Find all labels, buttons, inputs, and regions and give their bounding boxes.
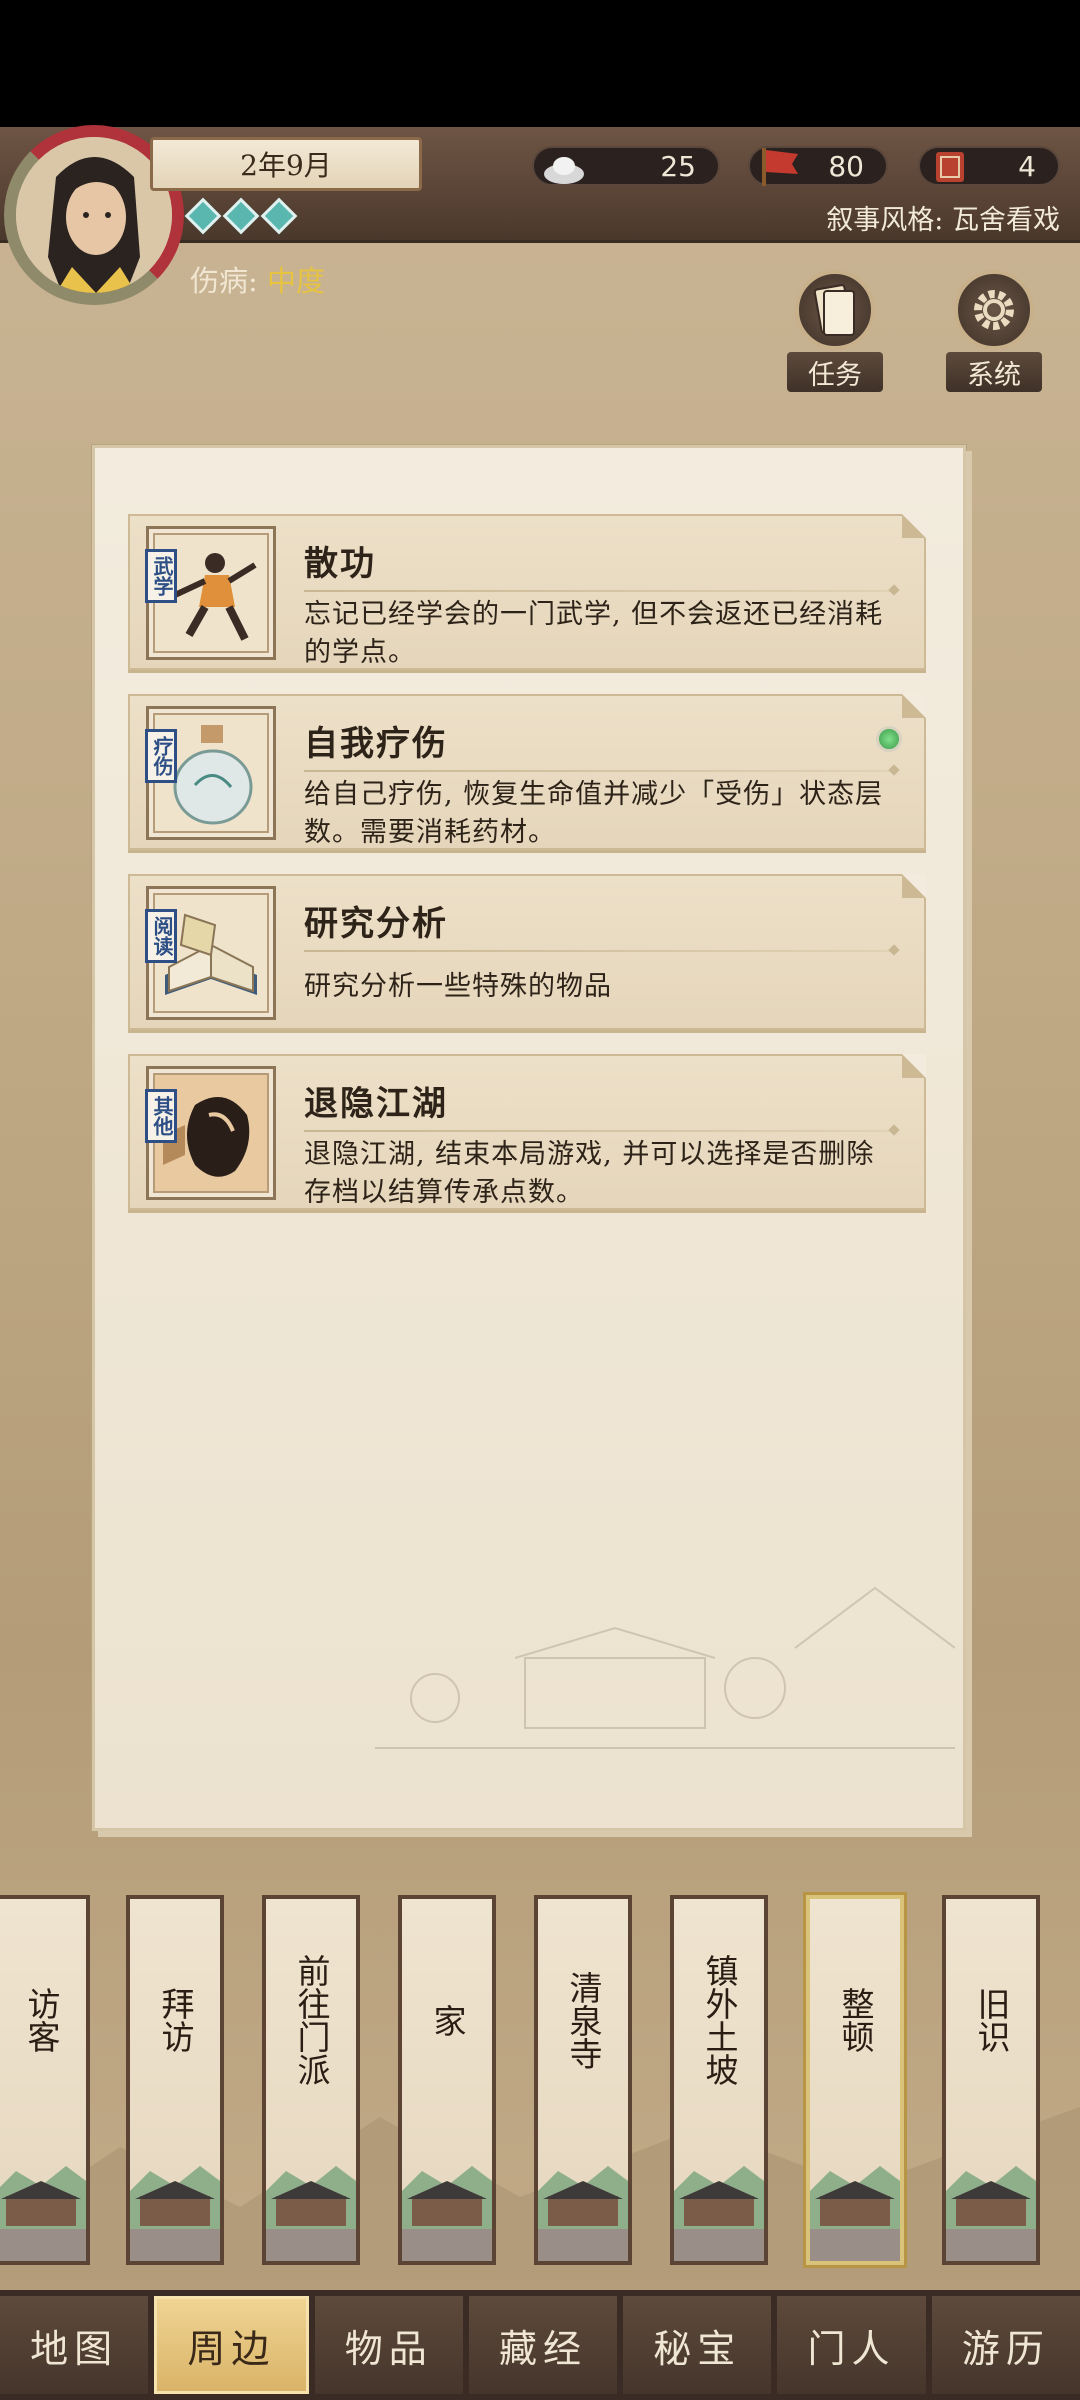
action-card-icon: 阅读 [145,886,276,1020]
action-card-research[interactable]: 阅读 研究分析 研究分析一些特殊的物品 [128,874,926,1030]
game-date: 2年9月 [150,137,422,191]
action-card-icon: 其他 [145,1066,276,1200]
narrative-style: 叙事风格: 瓦舍看戏 [826,205,1060,236]
location-card[interactable]: 整顿 [806,1895,904,2265]
action-card-scatter[interactable]: 武学 散功 忘记已经学会的一门武学, 但不会返还已经消耗的学点。 [128,514,926,670]
location-card[interactable]: 旧识 [942,1895,1040,2265]
scroll-icon [813,284,855,336]
character-portrait-icon [16,137,172,293]
action-title: 自我疗伤 [304,724,448,764]
location-scene-icon [0,2166,86,2261]
seal-icon [936,152,964,182]
divider [304,770,894,772]
quest-button[interactable]: 任务 [787,270,883,392]
nav-tab[interactable]: 周边 [154,2296,309,2394]
location-scene-icon [130,2166,220,2261]
location-label: 旧识 [972,1987,1011,2053]
location-label: 家 [428,2003,467,2037]
divider [304,1130,894,1132]
location-scene-icon [674,2166,764,2261]
notification-dot [876,726,902,752]
gear-icon [974,290,1014,330]
action-description: 退隐江湖, 结束本局游戏, 并可以选择是否删除存档以结算传承点数。 [304,1139,875,1208]
location-card[interactable]: 访客 [0,1895,90,2265]
location-scene-icon [402,2166,492,2261]
location-scene-icon [538,2166,628,2261]
injury-label: 伤病: [190,264,258,298]
action-card-self-heal[interactable]: 疗伤 自我疗伤 给自己疗伤, 恢复生命值并减少「受伤」状态层数。需要消耗药材。 [128,694,926,850]
category-tag: 阅读 [145,909,177,963]
system-label: 系统 [946,352,1042,392]
category-tag: 其他 [145,1089,177,1143]
village-sketch-decoration [375,1586,955,1749]
silver-value: 25 [660,149,696,183]
location-scene-icon [810,2166,900,2261]
action-description: 研究分析一些特殊的物品 [304,971,612,1002]
category-tag: 疗伤 [145,729,177,783]
location-label: 整顿 [836,1987,875,2053]
seal-value: 4 [1018,149,1036,183]
location-card[interactable]: 前往门派 [262,1895,360,2265]
banner-flag-icon [762,148,798,186]
silver-ingot-icon [544,157,584,184]
nav-tab[interactable]: 物品 [314,2296,463,2394]
location-scene-icon [946,2166,1036,2261]
location-card[interactable]: 拜访 [126,1895,224,2265]
gem-icon [260,197,298,235]
action-title: 研究分析 [304,904,448,944]
nav-tab[interactable]: 地图 [0,2296,149,2394]
category-tag: 武学 [145,549,177,603]
action-description: 给自己疗伤, 恢复生命值并减少「受伤」状态层数。需要消耗药材。 [304,779,884,848]
status-gems [184,197,298,235]
injury-level: 中度 [267,264,326,298]
reputation-counter[interactable]: 80 [748,146,888,186]
quest-label: 任务 [787,352,883,392]
action-card-icon: 武学 [145,526,276,660]
location-card[interactable]: 镇外土坡 [670,1895,768,2265]
seal-counter[interactable]: 4 [918,146,1060,186]
location-label: 镇外土坡 [700,1954,739,2086]
location-card[interactable]: 家 [398,1895,496,2265]
action-card-icon: 疗伤 [145,706,276,840]
action-title: 退隐江湖 [304,1084,448,1124]
nav-tab[interactable]: 游历 [931,2296,1080,2394]
action-card-retire[interactable]: 其他 退隐江湖 退隐江湖, 结束本局游戏, 并可以选择是否删除存档以结算传承点数… [128,1054,926,1210]
location-label: 清泉寺 [564,1970,603,2070]
gem-icon [184,197,222,235]
nav-tab[interactable]: 秘宝 [623,2296,772,2394]
divider [304,950,894,952]
silver-counter[interactable]: 25 [532,146,720,186]
injury-status: 伤病: 中度 [190,258,325,300]
nav-tab[interactable]: 藏经 [468,2296,618,2394]
gem-icon [222,197,260,235]
location-label: 前往门派 [292,1954,331,2086]
location-card[interactable]: 清泉寺 [534,1895,632,2265]
reputation-value: 80 [828,149,864,183]
divider [304,590,894,592]
action-title: 散功 [304,544,376,584]
system-button[interactable]: 系统 [946,270,1042,392]
location-label: 访客 [22,1987,61,2053]
action-description: 忘记已经学会的一门武学, 但不会返还已经消耗的学点。 [304,599,884,668]
nav-tab[interactable]: 门人 [777,2296,926,2394]
location-label: 拜访 [156,1987,195,2053]
location-scene-icon [266,2166,356,2261]
bottom-navigation: 地图 周边 物品 藏经 秘宝 门人 游历 [0,2290,1080,2400]
